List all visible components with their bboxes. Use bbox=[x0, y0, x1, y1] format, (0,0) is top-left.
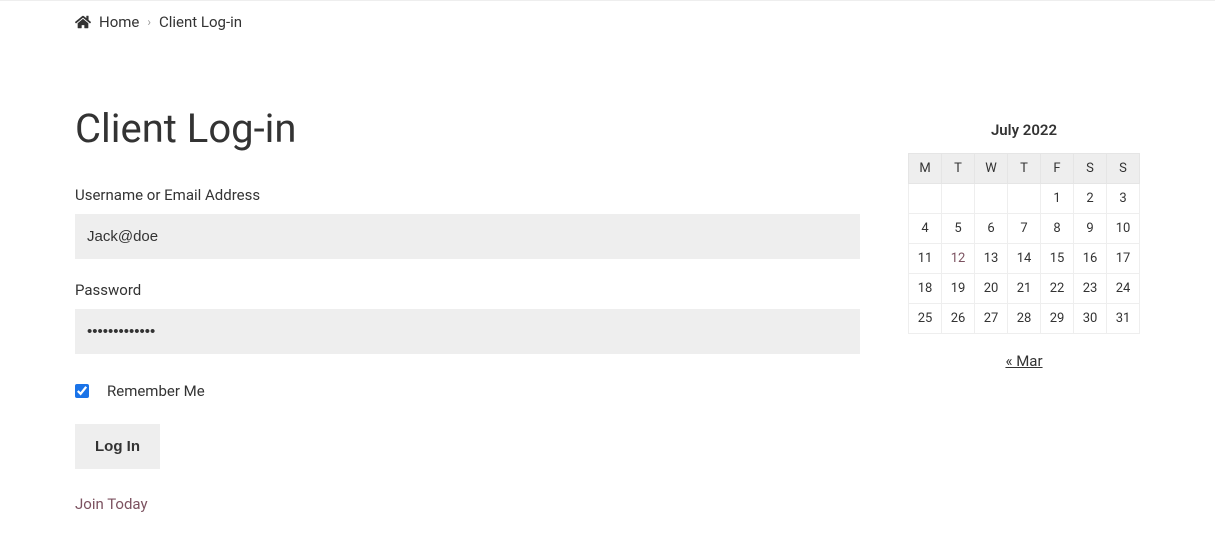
calendar-dow: T bbox=[942, 154, 975, 184]
calendar-day bbox=[975, 184, 1008, 214]
calendar-day: 25 bbox=[909, 304, 942, 334]
calendar-day: 13 bbox=[975, 244, 1008, 274]
calendar-day: 15 bbox=[1041, 244, 1074, 274]
password-field-wrap: Password bbox=[75, 281, 860, 354]
calendar-day bbox=[942, 184, 975, 214]
calendar-day bbox=[1008, 184, 1041, 214]
calendar-day: 30 bbox=[1074, 304, 1107, 334]
calendar-dow: T bbox=[1008, 154, 1041, 184]
calendar-day: 9 bbox=[1074, 214, 1107, 244]
calendar-day: 6 bbox=[975, 214, 1008, 244]
calendar-day: 16 bbox=[1074, 244, 1107, 274]
calendar-day: 29 bbox=[1041, 304, 1074, 334]
calendar-day: 18 bbox=[909, 274, 942, 304]
calendar-day: 21 bbox=[1008, 274, 1041, 304]
calendar-dow: F bbox=[1041, 154, 1074, 184]
calendar-prev-link[interactable]: « Mar bbox=[1005, 352, 1042, 370]
calendar-day: 23 bbox=[1074, 274, 1107, 304]
remember-checkbox[interactable] bbox=[75, 384, 89, 398]
calendar-dow: M bbox=[909, 154, 942, 184]
calendar-day: 14 bbox=[1008, 244, 1041, 274]
login-button[interactable]: Log In bbox=[75, 424, 160, 469]
calendar-title: July 2022 bbox=[908, 115, 1140, 153]
calendar-day: 24 bbox=[1107, 274, 1140, 304]
password-label: Password bbox=[75, 281, 860, 299]
calendar-day: 4 bbox=[909, 214, 942, 244]
calendar-day bbox=[909, 184, 942, 214]
calendar-day: 17 bbox=[1107, 244, 1140, 274]
page-title: Client Log-in bbox=[75, 105, 860, 152]
calendar-day: 3 bbox=[1107, 184, 1140, 214]
calendar-day: 11 bbox=[909, 244, 942, 274]
calendar-day: 27 bbox=[975, 304, 1008, 334]
calendar-day: 5 bbox=[942, 214, 975, 244]
username-input[interactable] bbox=[75, 214, 860, 259]
chevron-right-icon: › bbox=[147, 15, 151, 29]
breadcrumb: Home › Client Log-in bbox=[75, 1, 1140, 45]
calendar-dow: W bbox=[975, 154, 1008, 184]
calendar-day: 7 bbox=[1008, 214, 1041, 244]
join-wrap: Join Today bbox=[75, 495, 860, 513]
breadcrumb-current: Client Log-in bbox=[159, 13, 242, 31]
sidebar: July 2022 MTWTFSS 1234567891011121314151… bbox=[908, 115, 1140, 513]
password-input[interactable] bbox=[75, 309, 860, 354]
calendar-day: 31 bbox=[1107, 304, 1140, 334]
calendar-day-link[interactable]: 12 bbox=[951, 251, 966, 266]
remember-wrap: Remember Me bbox=[75, 382, 860, 400]
breadcrumb-home[interactable]: Home bbox=[99, 13, 139, 31]
username-label: Username or Email Address bbox=[75, 186, 860, 204]
calendar-dow: S bbox=[1074, 154, 1107, 184]
calendar-day: 1 bbox=[1041, 184, 1074, 214]
calendar-day: 19 bbox=[942, 274, 975, 304]
calendar-day: 8 bbox=[1041, 214, 1074, 244]
calendar-day: 10 bbox=[1107, 214, 1140, 244]
calendar-day: 22 bbox=[1041, 274, 1074, 304]
join-today-link[interactable]: Join Today bbox=[75, 495, 148, 513]
home-icon bbox=[75, 14, 91, 30]
calendar-day: 28 bbox=[1008, 304, 1041, 334]
calendar-day: 2 bbox=[1074, 184, 1107, 214]
username-field-wrap: Username or Email Address bbox=[75, 186, 860, 259]
calendar-dow: S bbox=[1107, 154, 1140, 184]
remember-label: Remember Me bbox=[107, 382, 205, 400]
calendar-day: 26 bbox=[942, 304, 975, 334]
main: Client Log-in Username or Email Address … bbox=[75, 105, 860, 513]
calendar-day[interactable]: 12 bbox=[942, 244, 975, 274]
calendar-day: 20 bbox=[975, 274, 1008, 304]
calendar: MTWTFSS 12345678910111213141516171819202… bbox=[908, 153, 1140, 334]
